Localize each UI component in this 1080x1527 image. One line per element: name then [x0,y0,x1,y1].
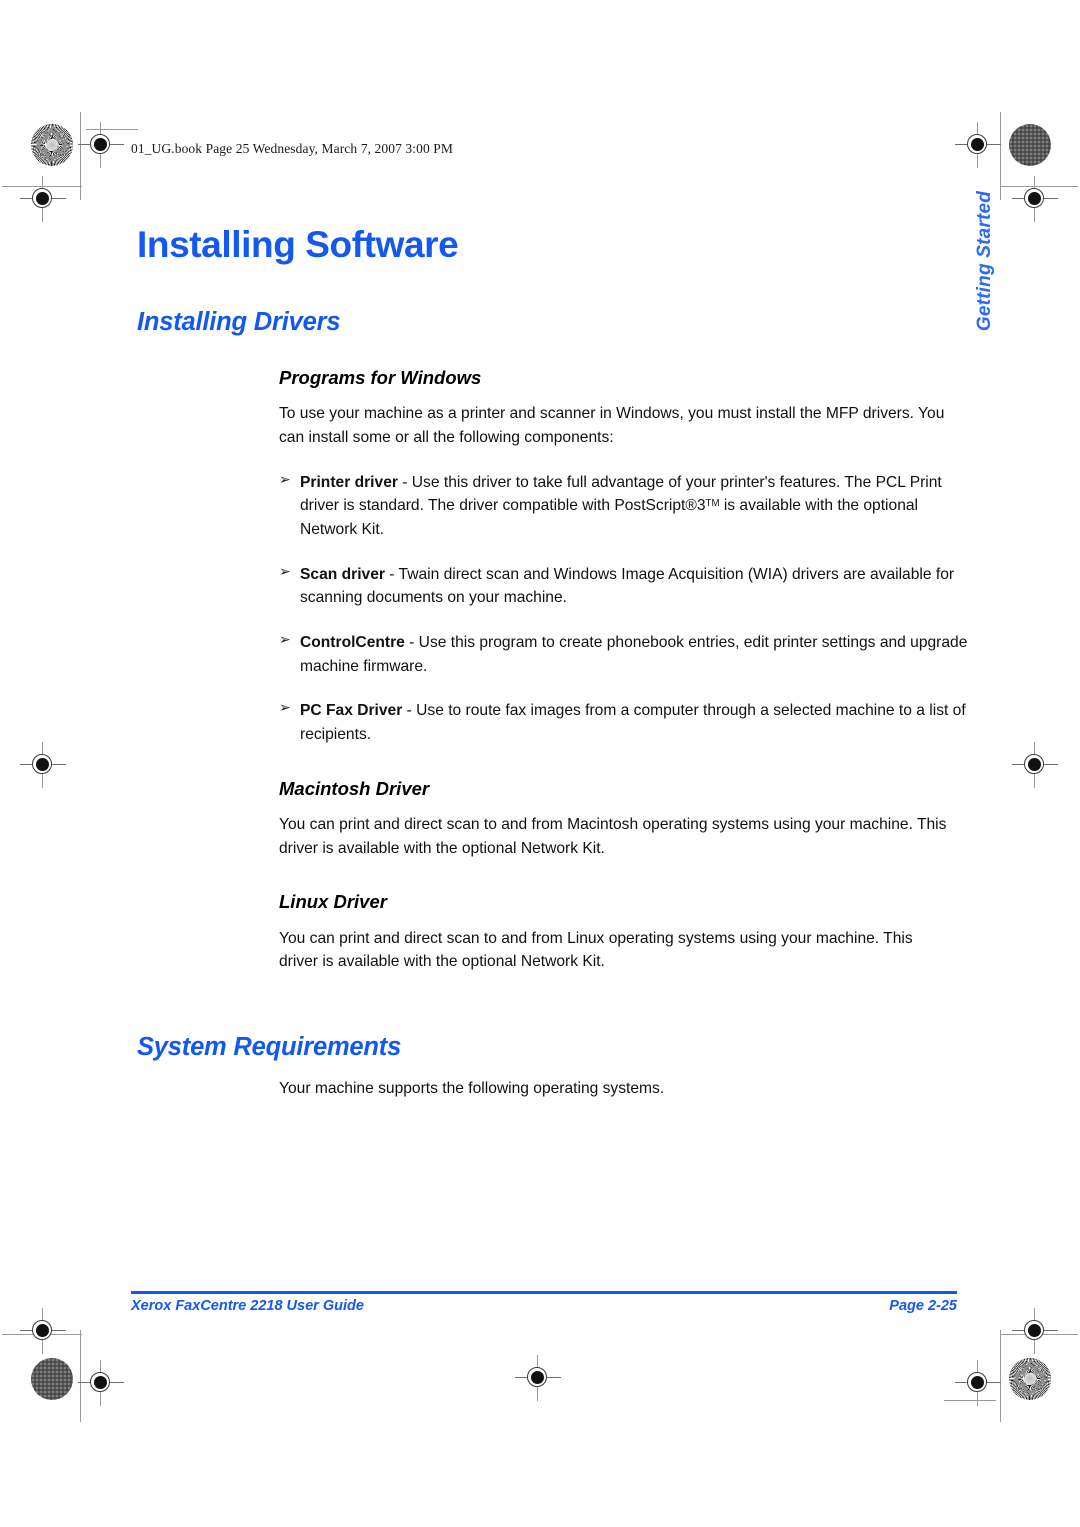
list-item-text: - Twain direct scan and Windows Image Ac… [300,565,955,607]
page-footer: Xerox FaxCentre 2218 User Guide Page 2-2… [131,1298,957,1314]
document-page: 01_UG.book Page 25 Wednesday, March 7, 2… [0,0,1080,1527]
registration-mark-top-right [955,122,1001,168]
list-item-term: Scan driver [300,565,385,583]
subheading-macintosh-driver: Macintosh Driver [279,777,430,799]
list-item: ➢ ControlCentre - Use this program to cr… [279,631,976,678]
bullet-arrow-icon: ➢ [279,563,291,580]
paragraph-linux-driver: You can print and direct scan to and fro… [279,929,913,971]
paragraph-macintosh-driver: You can print and direct scan to and fro… [279,815,947,857]
subheading-programs-for-windows: Programs for Windows [279,366,482,388]
driver-components-list: ➢ Printer driver - Use this driver to ta… [131,471,967,747]
paragraph-system-requirements: Your machine supports the following oper… [279,1080,665,1098]
list-item: ➢ Printer driver - Use this driver to ta… [279,471,976,542]
registration-mark-top-left [78,122,124,168]
list-item-term: Printer driver [300,473,398,491]
registration-mark-mid-right [1012,742,1058,788]
footer-divider [131,1291,957,1294]
bullet-arrow-icon: ➢ [279,700,291,717]
registration-mark-bottom-right [955,1360,1001,1406]
list-item: ➢ PC Fax Driver - Use to route fax image… [279,699,976,746]
registration-mark-upper-left [20,176,66,222]
registration-mark-lower-left [20,1308,66,1354]
section-heading-installing-drivers: Installing Drivers [137,307,341,336]
section-heading-system-requirements: System Requirements [137,1033,402,1061]
list-item: ➢ Scan driver - Twain direct scan and Wi… [279,563,976,610]
halftone-target-top-right [1009,124,1051,166]
chapter-side-tab: Getting Started [974,190,995,332]
star-target-bottom-right [1009,1358,1051,1400]
registration-mark-lower-right [1012,1308,1058,1354]
footer-page-number: Page 2-25 [889,1298,957,1314]
list-item-term: PC Fax Driver [300,702,403,720]
halftone-target-bottom-left [31,1358,73,1400]
paragraph-windows-intro: To use your machine as a printer and sca… [279,405,945,446]
registration-mark-bottom-left [78,1360,124,1406]
footer-guide-title: Xerox FaxCentre 2218 User Guide [131,1298,364,1314]
bullet-arrow-icon: ➢ [279,471,291,488]
registration-mark-upper-right [1012,176,1058,222]
page-title: Installing Software [137,224,459,265]
page-content: Installing Software Installing Drivers P… [131,224,967,1101]
bullet-arrow-icon: ➢ [279,631,291,648]
book-file-header: 01_UG.book Page 25 Wednesday, March 7, 2… [131,141,453,156]
list-item-superscript: TM [705,498,720,510]
list-item-term: ControlCentre [300,633,405,651]
subheading-linux-driver: Linux Driver [279,891,387,913]
registration-mark-bottom-center [515,1355,561,1401]
registration-mark-mid-left [20,742,66,788]
star-target-top-left [31,124,73,166]
